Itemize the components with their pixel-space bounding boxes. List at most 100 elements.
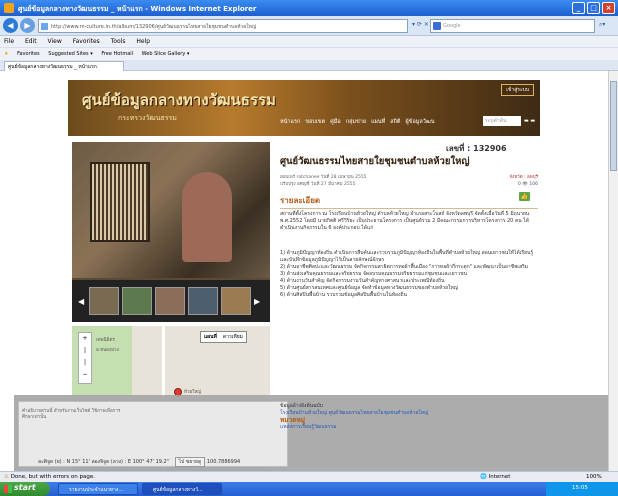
thumbnail[interactable] bbox=[155, 287, 185, 315]
status-text: Done, but with errors on page. bbox=[10, 474, 95, 480]
menu-tools[interactable]: Tools bbox=[111, 38, 126, 45]
nav-contributors[interactable]: ผู้ข้อมูลวัฒน bbox=[406, 118, 435, 129]
taskbar-item-1[interactable]: รายงานประจำแนวทาง... bbox=[58, 483, 138, 495]
map-zoom-control[interactable]: + | | − bbox=[78, 332, 92, 384]
like-icon[interactable]: 👍 bbox=[519, 192, 530, 201]
window-title-bar[interactable]: ศูนย์ข้อมูลกลางทางวัฒนธรรม _ หน้าแรก - W… bbox=[0, 0, 618, 16]
map-type-toggle: แผนที่ ดาวเทียม bbox=[200, 331, 247, 343]
record-body: 1) ด้านภูมิปัญญาท้องถิ่น ดำเนินการสืบค้น… bbox=[280, 250, 534, 298]
refresh-stop-icons[interactable]: ▾ ⟳ ✕ bbox=[412, 21, 429, 28]
latitude-value: N 15° 11' bbox=[66, 459, 90, 465]
menu-file[interactable]: File bbox=[4, 38, 14, 45]
decimal-value: 100.7886994 bbox=[206, 459, 241, 465]
source-link[interactable]: โรงเรียนบ้านห้วยใหญ่ ศูนย์วัฒนธรรมไทยสาย… bbox=[280, 410, 535, 417]
search-placeholder: Google bbox=[443, 23, 461, 29]
category-link[interactable]: แหล่งการเรียนรู้วัฒนธรรม bbox=[280, 424, 535, 431]
detail-heading: รายละเอียด bbox=[280, 194, 538, 209]
windows-logo-icon bbox=[4, 485, 12, 493]
thumbnail-strip: ◀ ▶ bbox=[72, 280, 270, 322]
fav-suggested-sites[interactable]: Suggested Sites ▾ bbox=[48, 51, 92, 57]
main-photo[interactable] bbox=[72, 142, 270, 278]
favorites-star-icon[interactable]: ★ bbox=[4, 51, 8, 57]
source-label: ข้อมูลอ้างอิงต้นฉบับ bbox=[280, 403, 323, 409]
person-image bbox=[182, 172, 232, 262]
forward-arrow-icon[interactable]: ▶ bbox=[20, 18, 35, 33]
google-icon bbox=[433, 22, 441, 30]
record-intro: สถานที่ตั้งโครงการ ณ โรงเรียนบ้านห้วยใหญ… bbox=[280, 211, 530, 231]
photo-gallery[interactable]: ◀ ▶ bbox=[72, 142, 270, 322]
address-url: http://www.m-culture.in.th/album/132906/… bbox=[51, 24, 257, 30]
address-bar-input[interactable]: http://www.m-culture.in.th/album/132906/… bbox=[38, 19, 408, 33]
maximize-button[interactable]: □ bbox=[587, 2, 600, 14]
nav-map[interactable]: แผนที่ bbox=[371, 118, 385, 129]
site-nav: หน้าแรก ขอบเขต คู่มือ กลุ่มข่าย แผนที่ ส… bbox=[280, 118, 435, 129]
site-banner: ศูนย์ข้อมูลกลางทางวัฒนธรรม กระทรวงวัฒนธร… bbox=[68, 80, 540, 136]
scrollbar-thumb[interactable] bbox=[610, 81, 617, 171]
taskbar: start รายงานประจำแนวทาง... ศูนย์ข้อมูลกล… bbox=[0, 482, 618, 496]
meta-right: จังหวัด : ลพบุรี 0 👁 106 bbox=[509, 174, 538, 188]
close-button[interactable]: × bbox=[602, 2, 615, 14]
fav-free-hotmail[interactable]: Free Hotmail bbox=[101, 51, 133, 57]
search-input[interactable]: Google bbox=[430, 19, 595, 33]
loom-image bbox=[90, 162, 150, 242]
login-button[interactable]: เข้าสู่ระบบ bbox=[501, 84, 534, 96]
nav-scope[interactable]: ขอบเขต bbox=[305, 118, 325, 129]
thumbnail[interactable] bbox=[89, 287, 119, 315]
coordinates-row: ละติจูด (ย) : N 15° 11' ลองจิจูด (ลวง) :… bbox=[38, 457, 240, 467]
back-arrow-icon[interactable]: ◀ bbox=[3, 18, 18, 33]
taskbar-item-2[interactable]: ศูนย์ข้อมูลกลางทางวั... bbox=[142, 483, 222, 495]
menu-favorites[interactable]: Favorites bbox=[73, 38, 100, 45]
tab-current[interactable]: ศูนย์ข้อมูลกลางทางวัฒนธรรม _ หน้าแรก bbox=[4, 61, 124, 71]
nav-home[interactable]: หน้าแรก bbox=[280, 118, 300, 129]
globe-icon: 🌐 bbox=[480, 474, 487, 480]
minimize-button[interactable]: _ bbox=[572, 2, 585, 14]
meta-views: 0 👁 106 bbox=[517, 182, 538, 187]
search-go-icon[interactable]: ⌕▾ bbox=[599, 21, 605, 29]
ie-window: ศูนย์ข้อมูลกลางทางวัฒนธรรม _ หน้าแรก - W… bbox=[0, 0, 618, 496]
zone-label: Internet bbox=[488, 474, 511, 480]
record-number: เลขที่ : 132906 bbox=[446, 144, 507, 153]
latitude-label: ละติจูด (ย) : bbox=[38, 459, 65, 465]
map-label: เทพนิมิตร bbox=[96, 338, 115, 343]
zoom-map-button[interactable]: ไป ขยายดู bbox=[174, 457, 206, 467]
thumb-prev-icon[interactable]: ◀ bbox=[78, 297, 86, 306]
menu-edit[interactable]: Edit bbox=[25, 38, 37, 45]
meta-updated: ปรับปรุง อศญชี วันที่ 27 มีนาคม 2555 bbox=[280, 182, 356, 187]
nav-network[interactable]: กลุ่มข่าย bbox=[346, 118, 366, 129]
favorites-label[interactable]: Favorites bbox=[17, 51, 40, 57]
security-zone: 🌐 Internet bbox=[480, 474, 510, 480]
thumbnail[interactable] bbox=[221, 287, 251, 315]
category-heading: หมวดหมู่ bbox=[280, 416, 306, 424]
language-flags-icon[interactable]: ▬ ▬ bbox=[524, 118, 535, 124]
menu-help[interactable]: Help bbox=[136, 38, 150, 45]
nav-stats[interactable]: สถิติ bbox=[390, 118, 400, 129]
system-tray: 15:05 bbox=[546, 482, 618, 496]
fav-web-slice-gallery[interactable]: Web Slice Gallery ▾ bbox=[142, 51, 190, 57]
site-search-input[interactable]: ระบุคำค้น bbox=[483, 116, 521, 126]
clock[interactable]: 15:05 bbox=[572, 485, 588, 491]
window-title: ศูนย์ข้อมูลกลางทางวัฒนธรรม _ หน้าแรก - W… bbox=[18, 5, 257, 13]
overlay-info: ข้อมูลอ้างอิงต้นฉบับ โรงเรียนบ้านห้วยใหญ… bbox=[280, 403, 535, 469]
menu-view[interactable]: View bbox=[48, 38, 62, 45]
nav-manual[interactable]: คู่มือ bbox=[330, 118, 341, 129]
thumb-next-icon[interactable]: ▶ bbox=[254, 297, 262, 306]
zoom-level[interactable]: 100% bbox=[586, 474, 602, 480]
ie-app-icon bbox=[4, 3, 14, 13]
page-title: ศูนย์วัฒนธรรมไทยสายใยชุมชนตำบลห้วยใหญ่ bbox=[280, 156, 470, 167]
warning-icon[interactable]: ⚠ bbox=[4, 474, 9, 480]
favorites-bar: ★ Favorites Suggested Sites ▾ Free Hotma… bbox=[0, 47, 618, 60]
map-view-button[interactable]: แผนที่ bbox=[201, 332, 220, 342]
vertical-scrollbar[interactable] bbox=[608, 71, 618, 471]
start-label: start bbox=[14, 483, 36, 492]
site-logo-text[interactable]: ศูนย์ข้อมูลกลางทางวัฒนธรรม bbox=[82, 88, 276, 112]
overlay-note: คำอธิบายส่วนนี้ สำหรับงานเว็บไซต์ ใช้ภาพ… bbox=[22, 409, 121, 420]
satellite-view-button[interactable]: ดาวเทียม bbox=[219, 332, 246, 342]
thumbnail[interactable] bbox=[188, 287, 218, 315]
status-bar: ⚠ Done, but with errors on page. 🌐 Inter… bbox=[0, 471, 618, 482]
map-label: ห้วยใหญ่ bbox=[184, 390, 202, 395]
meta-province[interactable]: จังหวัด : ลพบุรี bbox=[509, 174, 538, 181]
longitude-label: ลองจิจูด (ลวง) : E 100° 47' 19.2" bbox=[91, 459, 170, 465]
thumbnail[interactable] bbox=[122, 287, 152, 315]
page-viewport[interactable]: ศูนย์ข้อมูลกลางทางวัฒนธรรม กระทรวงวัฒนธร… bbox=[0, 71, 608, 471]
start-button[interactable]: start bbox=[0, 482, 50, 496]
